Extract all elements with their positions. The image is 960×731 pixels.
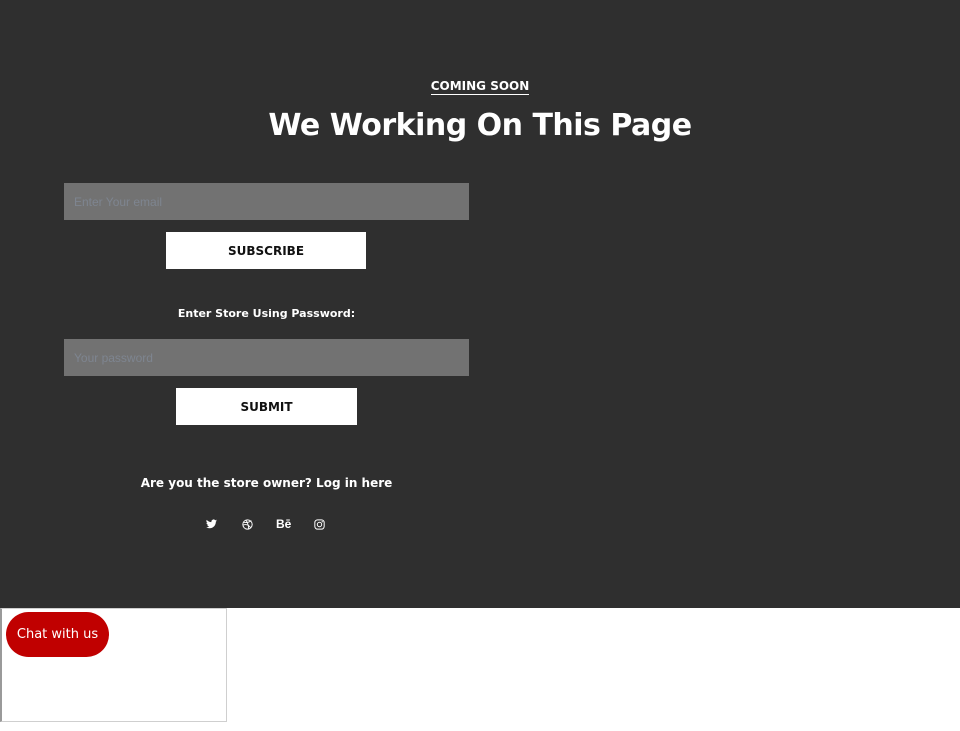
password-label: Enter Store Using Password: [177, 307, 356, 320]
email-input[interactable] [64, 183, 469, 220]
behance-icon[interactable]: Bē [266, 514, 302, 534]
page-title: We Working On This Page [268, 108, 692, 143]
owner-login-link[interactable]: Are you the store owner? Log in here [64, 476, 469, 490]
twitter-icon[interactable] [193, 514, 229, 534]
dribbble-icon[interactable] [229, 514, 265, 534]
password-input[interactable] [64, 339, 469, 376]
instagram-icon[interactable] [302, 514, 338, 534]
submit-button[interactable]: SUBMIT [176, 388, 357, 425]
chat-with-us-button[interactable]: Chat with us [6, 612, 109, 657]
coming-soon-label: COMING SOON [430, 79, 530, 95]
social-links: Bē [193, 514, 338, 534]
coming-soon-hero: COMING SOON We Working On This Page SUBS… [0, 0, 960, 608]
subscribe-button[interactable]: SUBSCRIBE [166, 232, 366, 269]
eyebrow-container: COMING SOON [0, 77, 960, 95]
